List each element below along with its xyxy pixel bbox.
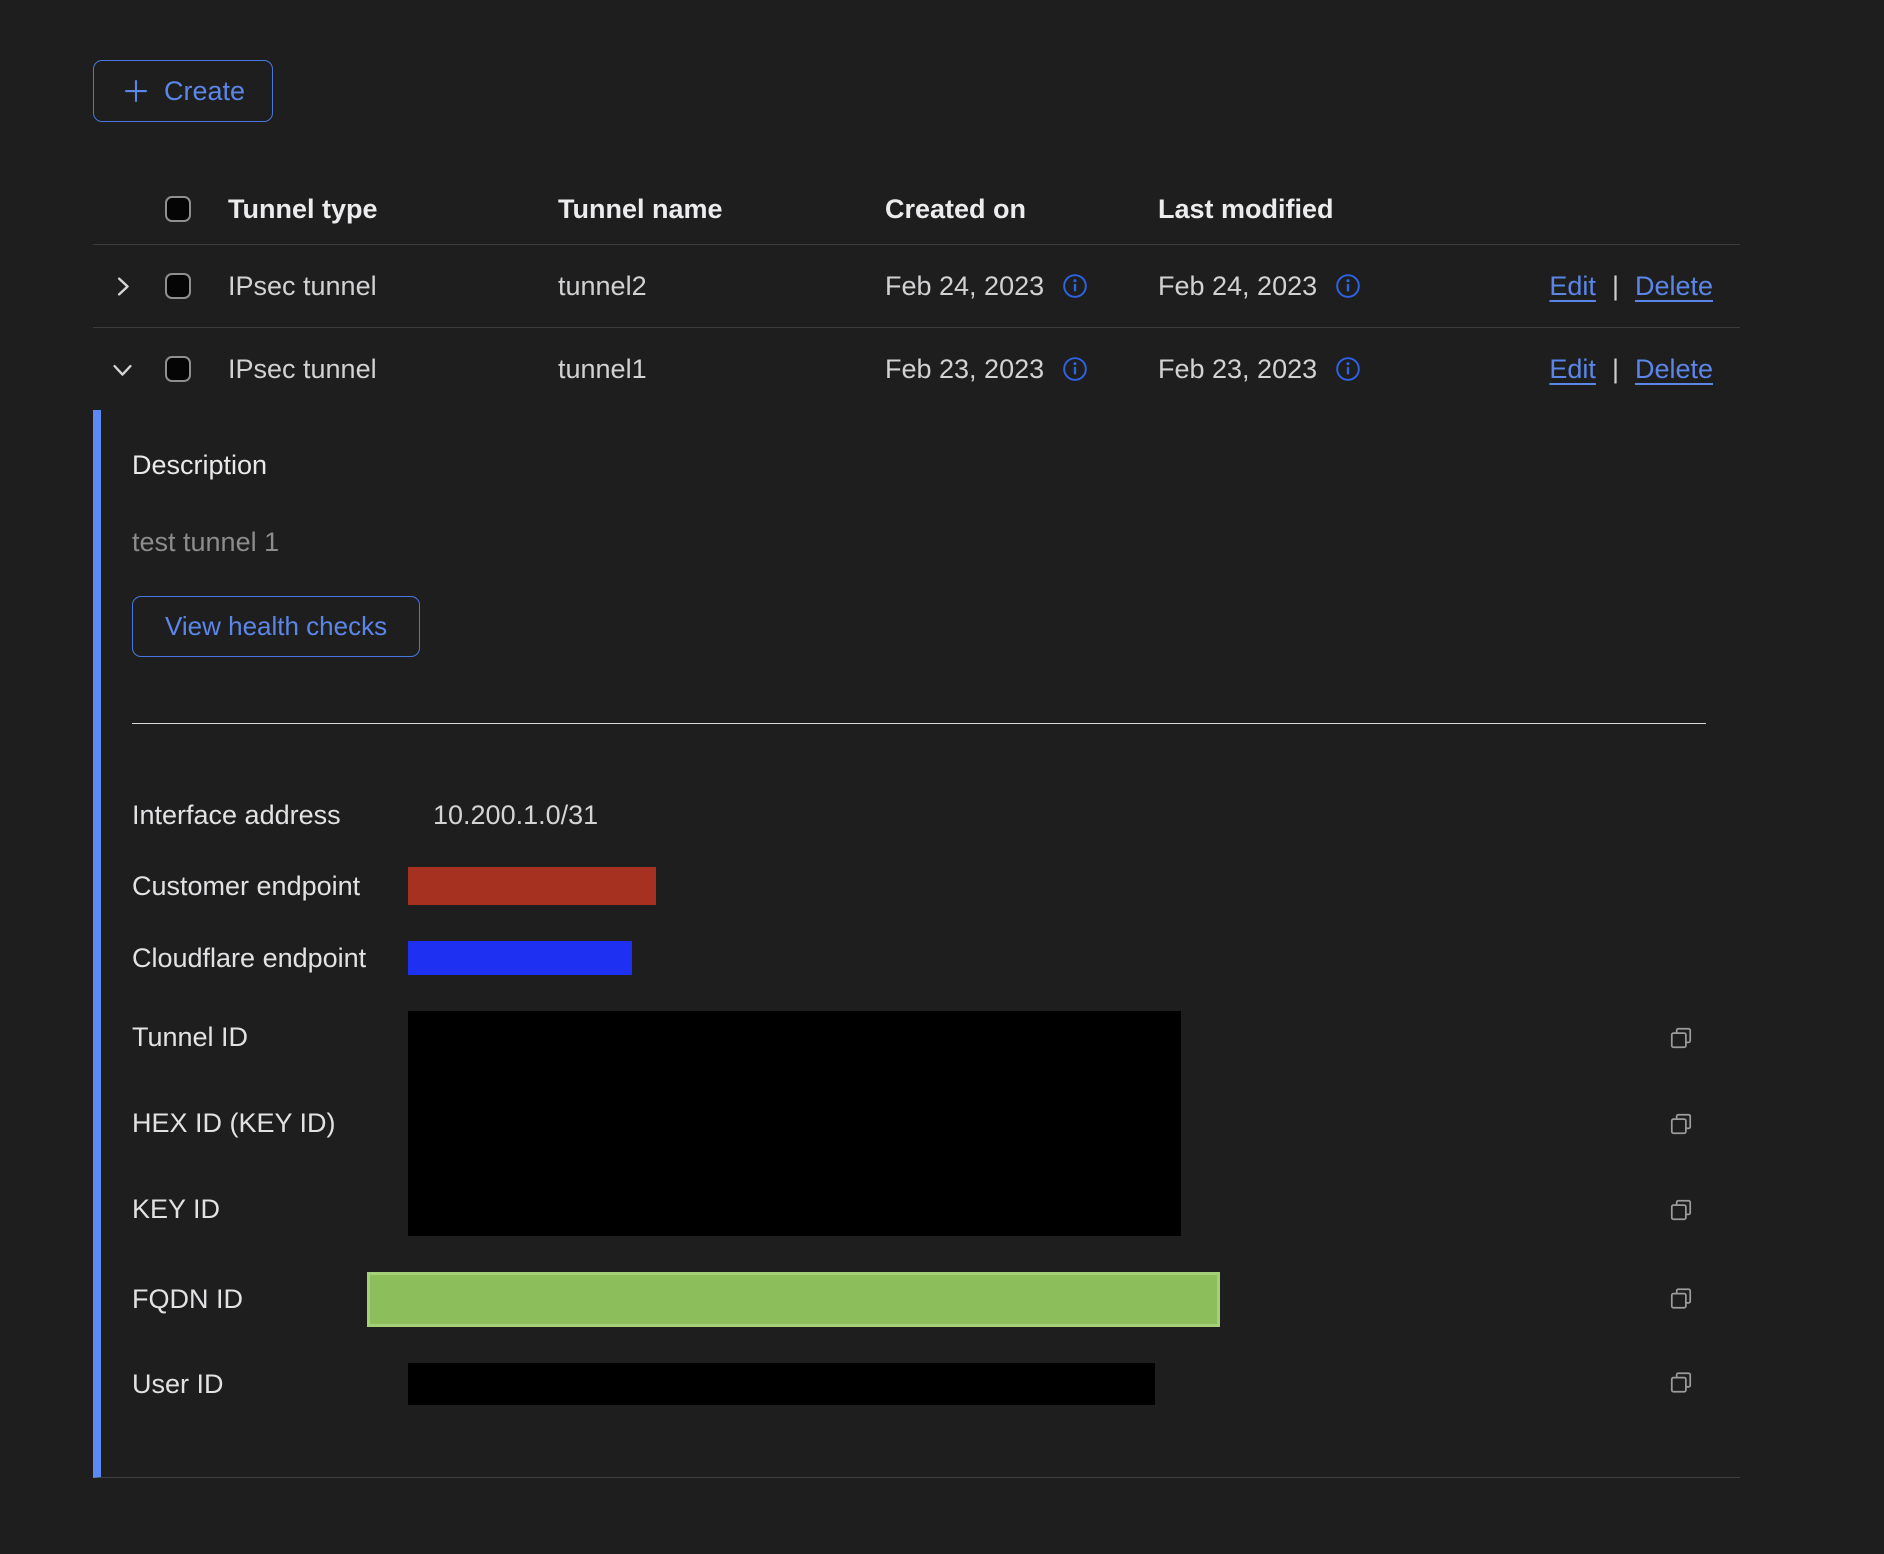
action-separator: | (1612, 354, 1619, 385)
hex-id-label: HEX ID (KEY ID) (132, 1108, 408, 1139)
field-row-cloudflare-endpoint: Cloudflare endpoint (132, 941, 1740, 975)
copy-fqdn-id-button[interactable] (1668, 1285, 1694, 1314)
user-id-redacted-value (408, 1363, 1155, 1405)
cloudflare-endpoint-label: Cloudflare endpoint (132, 943, 408, 974)
section-divider (132, 723, 1706, 724)
view-health-checks-button[interactable]: View health checks (132, 596, 420, 657)
info-icon[interactable] (1062, 356, 1088, 382)
row-checkbox[interactable] (165, 273, 191, 299)
user-id-label: User ID (132, 1369, 408, 1400)
info-icon[interactable] (1335, 273, 1361, 299)
info-icon[interactable] (1335, 356, 1361, 382)
description-label: Description (132, 450, 1740, 481)
copy-icon (1668, 1285, 1694, 1314)
fqdn-id-label: FQDN ID (132, 1284, 367, 1315)
tunnel-type-cell: IPsec tunnel (228, 271, 558, 302)
field-row-user-id: User ID (132, 1363, 1740, 1405)
interface-address-label: Interface address (132, 800, 408, 831)
copy-hex-id-button[interactable] (1668, 1111, 1694, 1140)
interface-address-value: 10.200.1.0/31 (433, 800, 598, 831)
tunnel-name-cell: tunnel1 (558, 354, 885, 385)
delete-link[interactable]: Delete (1635, 271, 1713, 302)
field-row-interface-address: Interface address 10.200.1.0/31 (132, 800, 1740, 831)
row-checkbox[interactable] (165, 356, 191, 382)
field-row-customer-endpoint: Customer endpoint (132, 867, 1740, 905)
last-modified-cell: Feb 24, 2023 (1158, 271, 1317, 302)
field-group-ids: Tunnel ID HEX ID (KEY ID) KEY ID (132, 1011, 1740, 1236)
tunnels-page: Create Tunnel type Tunnel name Created o… (93, 0, 1740, 1478)
copy-icon (1668, 1111, 1694, 1140)
chevron-down-icon[interactable] (109, 356, 136, 383)
expanded-tunnel-panel: Description test tunnel 1 View health ch… (93, 410, 1740, 1478)
fqdn-id-redacted-value (367, 1272, 1220, 1327)
key-id-label: KEY ID (132, 1194, 408, 1225)
create-button-label: Create (164, 76, 245, 107)
action-separator: | (1612, 271, 1619, 302)
column-header-created-on: Created on (885, 194, 1158, 225)
tunnel-id-label: Tunnel ID (132, 1022, 408, 1053)
ids-redacted-value (408, 1011, 1181, 1236)
tunnel-name-cell: tunnel2 (558, 271, 885, 302)
delete-link[interactable]: Delete (1635, 354, 1713, 385)
copy-icon (1668, 1197, 1694, 1226)
select-all-checkbox[interactable] (165, 196, 191, 222)
customer-endpoint-label: Customer endpoint (132, 871, 408, 902)
table-header-row: Tunnel type Tunnel name Created on Last … (93, 174, 1740, 245)
created-on-cell: Feb 23, 2023 (885, 354, 1044, 385)
info-icon[interactable] (1062, 273, 1088, 299)
description-text: test tunnel 1 (132, 527, 1740, 558)
column-header-last-modified: Last modified (1158, 194, 1458, 225)
table-row: IPsec tunnel tunnel2 Feb 24, 2023 Feb 24… (93, 245, 1740, 328)
chevron-right-icon[interactable] (109, 273, 136, 300)
copy-key-id-button[interactable] (1668, 1197, 1694, 1226)
copy-tunnel-id-button[interactable] (1668, 1025, 1694, 1054)
copy-icon (1668, 1025, 1694, 1054)
create-button[interactable]: Create (93, 60, 273, 122)
tunnel-type-cell: IPsec tunnel (228, 354, 558, 385)
last-modified-cell: Feb 23, 2023 (1158, 354, 1317, 385)
copy-user-id-button[interactable] (1668, 1370, 1694, 1399)
copy-icon (1668, 1370, 1694, 1399)
edit-link[interactable]: Edit (1549, 271, 1596, 302)
table-row: IPsec tunnel tunnel1 Feb 23, 2023 Feb 23… (93, 328, 1740, 410)
field-row-fqdn-id: FQDN ID (132, 1272, 1740, 1327)
column-header-tunnel-name: Tunnel name (558, 194, 885, 225)
created-on-cell: Feb 24, 2023 (885, 271, 1044, 302)
edit-link[interactable]: Edit (1549, 354, 1596, 385)
plus-icon (121, 76, 151, 106)
cloudflare-endpoint-redacted-value (408, 941, 632, 975)
customer-endpoint-redacted-value (408, 867, 656, 905)
column-header-tunnel-type: Tunnel type (228, 194, 558, 225)
